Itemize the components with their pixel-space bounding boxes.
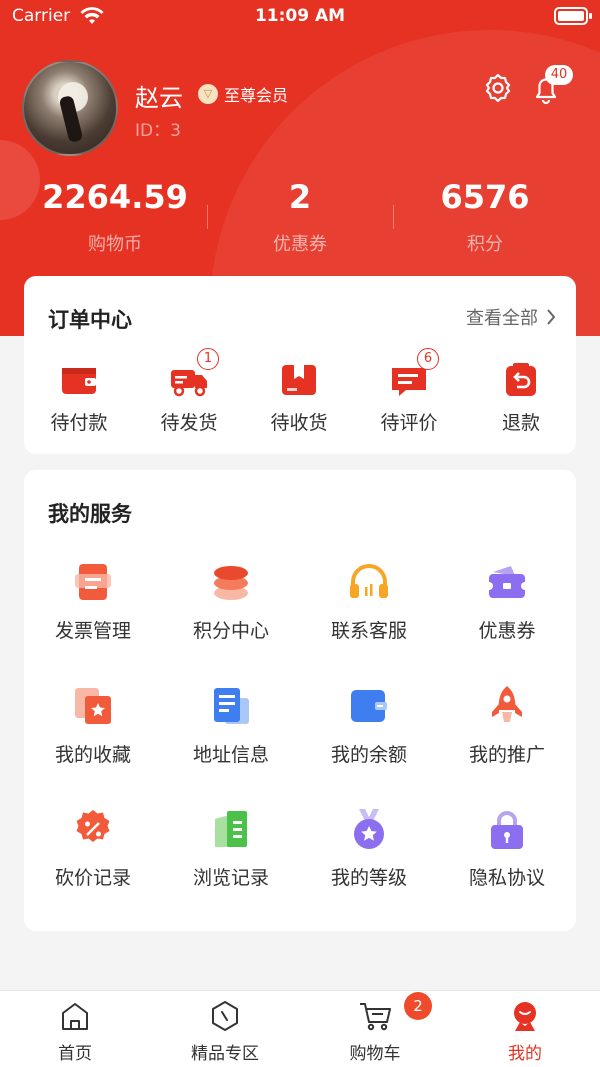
user-id: ID：3 xyxy=(135,121,181,141)
order-center-title: 订单中心 xyxy=(48,308,132,332)
stat-label: 购物币 xyxy=(88,234,142,255)
order-count-badge: 6 xyxy=(417,348,439,370)
service-label: 我的等级 xyxy=(330,867,407,889)
headset-icon xyxy=(347,560,391,604)
view-all-label: 查看全部 xyxy=(466,308,538,329)
my-services-card: 我的服务 发票管理 积分中心 联系客服 优惠券 我的收藏 地址信息 我的余额 我… xyxy=(24,470,576,931)
vip-badge: ▽ 至尊会员 xyxy=(198,82,288,106)
order-item-label: 待付款 xyxy=(50,412,108,434)
stat-divider xyxy=(207,205,208,229)
order-center-card: 订单中心 查看全部 待付款 1 待发货 待收货 6 待评价 退款 xyxy=(24,276,576,454)
favorite-icon xyxy=(71,684,115,728)
service-label: 联系客服 xyxy=(330,620,407,642)
history-icon xyxy=(209,807,253,851)
balance-wallet-icon xyxy=(347,684,391,728)
tab-profile[interactable]: 我的 xyxy=(450,999,600,1064)
stat-shopping-coins[interactable]: 2264.59 购物币 xyxy=(25,178,205,256)
stat-label: 积分 xyxy=(467,234,503,255)
cart-icon xyxy=(358,999,392,1033)
settings-button[interactable] xyxy=(480,70,516,106)
home-icon xyxy=(58,999,92,1033)
order-item-label: 待评价 xyxy=(380,412,438,434)
order-refund[interactable]: 退款 xyxy=(466,360,576,435)
compass-icon xyxy=(208,999,242,1033)
service-privacy-policy[interactable]: 隐私协议 xyxy=(438,807,576,890)
order-pending-receipt[interactable]: 待收货 xyxy=(244,360,354,435)
medal-icon xyxy=(347,807,391,851)
service-label: 我的收藏 xyxy=(54,744,131,766)
service-coupons[interactable]: 优惠券 xyxy=(438,560,576,643)
service-label: 发票管理 xyxy=(54,620,131,642)
vip-label: 至尊会员 xyxy=(224,86,289,105)
truck-icon: 1 xyxy=(169,348,219,400)
rocket-icon xyxy=(485,684,529,728)
service-invoice[interactable]: 发票管理 xyxy=(24,560,162,643)
stat-value: 2 xyxy=(288,178,312,216)
stat-label: 优惠券 xyxy=(273,234,327,255)
notification-count-badge: 40 xyxy=(545,65,573,85)
service-label: 优惠券 xyxy=(478,620,536,642)
order-count-badge: 1 xyxy=(197,348,219,370)
stat-value: 6576 xyxy=(440,178,530,216)
my-services-title: 我的服务 xyxy=(48,502,132,526)
stat-value: 2264.59 xyxy=(42,178,188,216)
battery-icon xyxy=(554,7,592,25)
order-item-label: 退款 xyxy=(501,412,540,434)
comment-icon: 6 xyxy=(389,348,439,400)
vip-crown-icon: ▽ xyxy=(198,84,218,104)
gear-icon xyxy=(485,73,511,103)
tab-featured[interactable]: 精品专区 xyxy=(150,999,300,1064)
service-label: 浏览记录 xyxy=(192,867,269,889)
service-label: 我的余额 xyxy=(330,744,407,766)
service-label: 砍价记录 xyxy=(54,867,131,889)
box-icon xyxy=(279,360,319,400)
service-my-level[interactable]: 我的等级 xyxy=(300,807,438,890)
service-label: 我的推广 xyxy=(468,744,545,766)
service-bargain-history[interactable]: 砍价记录 xyxy=(24,807,162,890)
service-address[interactable]: 地址信息 xyxy=(162,684,300,767)
clock: 11:09 AM xyxy=(254,6,346,26)
service-points-center[interactable]: 积分中心 xyxy=(162,560,300,643)
coins-icon xyxy=(209,560,253,604)
invoice-icon xyxy=(71,560,115,604)
service-label: 地址信息 xyxy=(192,744,269,766)
avatar[interactable] xyxy=(22,60,118,156)
order-pending-shipment[interactable]: 1 待发货 xyxy=(134,348,244,435)
bottom-tab-bar: 首页 精品专区 购物车 我的 xyxy=(0,990,600,1067)
stat-divider xyxy=(393,205,394,229)
discount-icon xyxy=(71,807,115,851)
cart-count-badge: 2 xyxy=(404,992,432,1020)
service-label: 隐私协议 xyxy=(468,867,545,889)
service-favorites[interactable]: 我的收藏 xyxy=(24,684,162,767)
tab-label: 首页 xyxy=(58,1044,92,1064)
stat-coupons[interactable]: 2 优惠券 xyxy=(210,178,390,256)
coupon-icon xyxy=(485,560,529,604)
service-customer-support[interactable]: 联系客服 xyxy=(300,560,438,643)
view-all-orders-link[interactable]: 查看全部 xyxy=(466,304,556,330)
service-label: 积分中心 xyxy=(192,620,269,642)
user-name: 赵云 xyxy=(135,84,183,112)
stat-points[interactable]: 6576 积分 xyxy=(395,178,575,256)
order-pending-payment[interactable]: 待付款 xyxy=(24,360,134,435)
service-promotion[interactable]: 我的推广 xyxy=(438,684,576,767)
address-icon xyxy=(209,684,253,728)
refund-icon xyxy=(501,360,541,400)
tab-home[interactable]: 首页 xyxy=(0,999,150,1064)
tab-label: 我的 xyxy=(508,1044,542,1064)
chevron-right-icon xyxy=(547,309,556,325)
order-item-label: 待发货 xyxy=(160,412,218,434)
service-browse-history[interactable]: 浏览记录 xyxy=(162,807,300,890)
profile-icon xyxy=(508,999,542,1033)
tab-label: 精品专区 xyxy=(191,1044,259,1064)
order-item-label: 待收货 xyxy=(270,412,328,434)
service-balance[interactable]: 我的余额 xyxy=(300,684,438,767)
status-bar: Carrier 11:09 AM xyxy=(0,0,600,34)
wallet-icon xyxy=(59,360,99,400)
lock-icon xyxy=(485,807,529,851)
order-pending-review[interactable]: 6 待评价 xyxy=(354,348,464,435)
tab-label: 购物车 xyxy=(349,1044,401,1064)
